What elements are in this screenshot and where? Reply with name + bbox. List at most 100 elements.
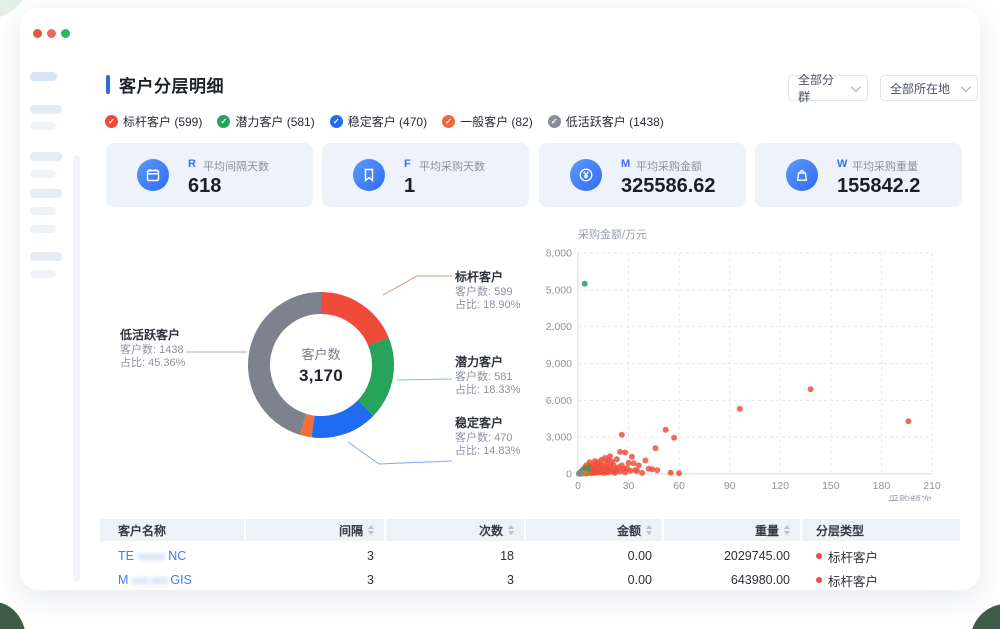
kpi-value: 1 — [404, 175, 415, 198]
donut-connector-line — [383, 276, 452, 295]
column-header-interval[interactable]: 间隔 — [246, 519, 384, 541]
legend-item-potential[interactable]: 潜力客户 (581) — [217, 113, 314, 130]
svg-text:150: 150 — [822, 480, 840, 492]
scatter-point — [671, 435, 677, 441]
filter-group-dropdown[interactable]: 全部分群 — [788, 75, 868, 101]
scatter-point — [587, 459, 593, 465]
legend-item-benchmark[interactable]: 标杆客户 (599) — [105, 113, 202, 130]
redacted-text: ●●● ●●● — [131, 575, 167, 587]
sort-icon[interactable] — [784, 525, 790, 535]
svg-text:120: 120 — [772, 480, 790, 492]
filter-location-label: 全部所在地 — [890, 80, 950, 97]
svg-text:9,000: 9,000 — [546, 358, 572, 370]
kpi-letter: R — [188, 158, 196, 170]
column-header-type: 分层类型 — [802, 519, 960, 541]
donut-center-value: 3,170 — [261, 366, 381, 386]
svg-text:15,000: 15,000 — [545, 284, 572, 296]
chevron-down-icon — [851, 82, 861, 92]
sort-icon[interactable] — [646, 525, 652, 535]
cell-type: 标杆客户 — [802, 544, 960, 568]
legend-label: 低活跃客户 (1438) — [566, 113, 664, 130]
filter-group-label: 全部分群 — [798, 71, 843, 105]
svg-text:18,000: 18,000 — [545, 248, 572, 260]
sidebar-skeleton-bar — [30, 252, 62, 261]
calendar-icon — [137, 159, 169, 191]
scatter-point — [639, 470, 645, 476]
kpi-card-monetary: M 平均采购金额 325586.62 — [539, 143, 746, 207]
kpi-card-weight: W 平均采购重量 155842.2 — [755, 143, 962, 207]
scatter-point — [653, 445, 659, 451]
cell-times: 18 — [386, 544, 524, 568]
cell-amount: 0.00 — [526, 568, 662, 590]
backdrop-corner-bottom-left — [0, 602, 26, 629]
scatter-point — [636, 462, 642, 468]
scatter-point — [808, 386, 814, 392]
scatter-point — [905, 418, 911, 424]
legend-label: 稳定客户 (470) — [348, 113, 427, 130]
scatter-point — [582, 281, 588, 287]
kpi-card-frequency: F 平均采购天数 1 — [322, 143, 529, 207]
donut-connector-line — [397, 379, 452, 380]
filter-location-dropdown[interactable]: 全部所在地 — [880, 75, 978, 101]
column-header-name: 客户名称 — [100, 519, 244, 541]
chevron-down-icon — [961, 82, 971, 92]
bag-icon — [786, 159, 818, 191]
svg-text:3,000: 3,000 — [546, 432, 572, 444]
redacted-text: ●●●●● — [137, 551, 165, 563]
scatter-point — [614, 456, 620, 462]
legend-item-low-active[interactable]: 低活跃客户 (1438) — [548, 113, 664, 130]
sidebar-skeleton-bar — [30, 152, 62, 161]
donut-connector-line — [348, 442, 452, 464]
cell-type: 标杆客户 — [802, 568, 960, 590]
column-header-amount[interactable]: 金额 — [526, 519, 662, 541]
check-circle-icon — [105, 115, 118, 128]
sidebar-skeleton-bar — [30, 189, 62, 198]
svg-text:0: 0 — [575, 480, 581, 492]
scatter-point — [617, 449, 623, 455]
scatter-point — [654, 467, 660, 473]
sort-icon[interactable] — [368, 525, 374, 535]
cell-interval: 3 — [246, 568, 384, 590]
legend-item-stable[interactable]: 稳定客户 (470) — [330, 113, 427, 130]
scatter-point — [668, 470, 674, 476]
close-window-icon[interactable] — [33, 29, 42, 38]
type-dot-icon — [816, 577, 822, 583]
column-header-times[interactable]: 次数 — [386, 519, 524, 541]
column-header-weight[interactable]: 重量 — [664, 519, 800, 541]
kpi-label: 平均采购金额 — [636, 158, 702, 174]
sort-icon[interactable] — [508, 525, 514, 535]
cell-interval: 3 — [246, 544, 384, 568]
yen-icon — [570, 159, 602, 191]
cell-amount: 0.00 — [526, 544, 662, 568]
scatter-point — [583, 471, 589, 477]
kpi-label: 平均采购重量 — [852, 158, 918, 174]
scatter-point — [607, 453, 613, 459]
scatter-point — [622, 450, 628, 456]
kpi-value: 325586.62 — [621, 175, 716, 198]
check-circle-icon — [548, 115, 561, 128]
sidebar-skeleton-bar — [30, 225, 56, 233]
svg-text:0: 0 — [566, 469, 572, 481]
customer-name-link[interactable]: M ●●● ●●● GIS — [118, 573, 192, 587]
window-controls — [33, 29, 70, 38]
customer-name-link[interactable]: TE ●●●●● NC — [118, 549, 186, 563]
cell-weight: 643980.00 — [664, 568, 800, 590]
scatter-point — [585, 466, 591, 472]
check-circle-icon — [330, 115, 343, 128]
kpi-letter: W — [837, 158, 847, 170]
scatter-x-axis-title: 采购频次 — [888, 493, 932, 501]
maximize-window-icon[interactable] — [61, 29, 70, 38]
kpi-value: 618 — [188, 175, 221, 198]
backdrop-corner-bottom-right — [970, 604, 1000, 629]
page: 客户分层明细 全部分群 全部所在地 标杆客户 (599) 潜力客户 (581) … — [0, 0, 1000, 629]
minimize-window-icon[interactable] — [47, 29, 56, 38]
scatter-point — [676, 470, 682, 476]
sidebar-skeleton-bar — [30, 207, 56, 215]
legend-label: 潜力客户 (581) — [235, 113, 314, 130]
page-header: 客户分层明细 — [106, 70, 224, 98]
svg-text:60: 60 — [673, 480, 685, 492]
donut-label-low-active: 低活跃客户 客户数: 1438 占比: 45.36% — [120, 329, 250, 371]
legend-item-general[interactable]: 一般客户 (82) — [442, 113, 533, 130]
cell-weight: 2029745.00 — [664, 544, 800, 568]
title-accent-bar — [106, 75, 110, 94]
